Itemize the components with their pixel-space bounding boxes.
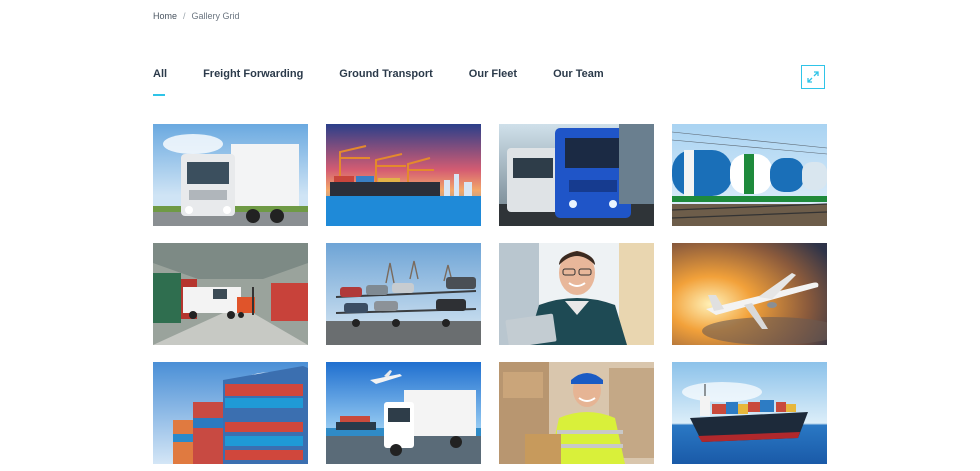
tab-ground-transport[interactable]: Ground Transport bbox=[339, 68, 433, 96]
gallery-item[interactable] bbox=[326, 243, 481, 345]
gallery-item[interactable] bbox=[672, 243, 827, 345]
expand-icon bbox=[807, 71, 819, 83]
breadcrumb-current: Gallery Grid bbox=[191, 11, 240, 21]
breadcrumb: Home / Gallery Grid bbox=[153, 11, 240, 21]
blue-truck-photo bbox=[499, 124, 654, 226]
airplane-sunset-photo bbox=[672, 243, 827, 345]
gallery-item[interactable] bbox=[153, 362, 308, 464]
shipping-containers-photo bbox=[153, 362, 308, 464]
warehouse-worker-photo bbox=[499, 362, 654, 464]
container-ship-photo bbox=[672, 362, 827, 464]
gallery-item[interactable] bbox=[499, 243, 654, 345]
gallery-item[interactable] bbox=[672, 362, 827, 464]
gallery-item[interactable] bbox=[672, 124, 827, 226]
cargo-port-cranes-photo bbox=[326, 124, 481, 226]
white-truck-photo bbox=[153, 124, 308, 226]
gallery-item[interactable] bbox=[499, 124, 654, 226]
tab-our-fleet[interactable]: Our Fleet bbox=[469, 68, 517, 96]
tank-train-photo bbox=[672, 124, 827, 226]
gallery-filter-tabs: All Freight Forwarding Ground Transport … bbox=[153, 68, 640, 96]
gallery-item[interactable] bbox=[326, 124, 481, 226]
tab-all[interactable]: All bbox=[153, 68, 167, 96]
car-carrier-truck-photo bbox=[326, 243, 481, 345]
expand-button[interactable] bbox=[801, 65, 825, 89]
delivery-man-photo bbox=[499, 243, 654, 345]
tab-freight-forwarding[interactable]: Freight Forwarding bbox=[203, 68, 303, 96]
truck-plane-ship-photo bbox=[326, 362, 481, 464]
tab-our-team[interactable]: Our Team bbox=[553, 68, 604, 96]
gallery-grid bbox=[153, 124, 827, 464]
gallery-item[interactable] bbox=[153, 243, 308, 345]
gallery-item[interactable] bbox=[499, 362, 654, 464]
breadcrumb-separator: / bbox=[183, 11, 186, 21]
gallery-item[interactable] bbox=[326, 362, 481, 464]
gallery-item[interactable] bbox=[153, 124, 308, 226]
breadcrumb-home-link[interactable]: Home bbox=[153, 11, 177, 21]
warehouse-forklift-photo bbox=[153, 243, 308, 345]
